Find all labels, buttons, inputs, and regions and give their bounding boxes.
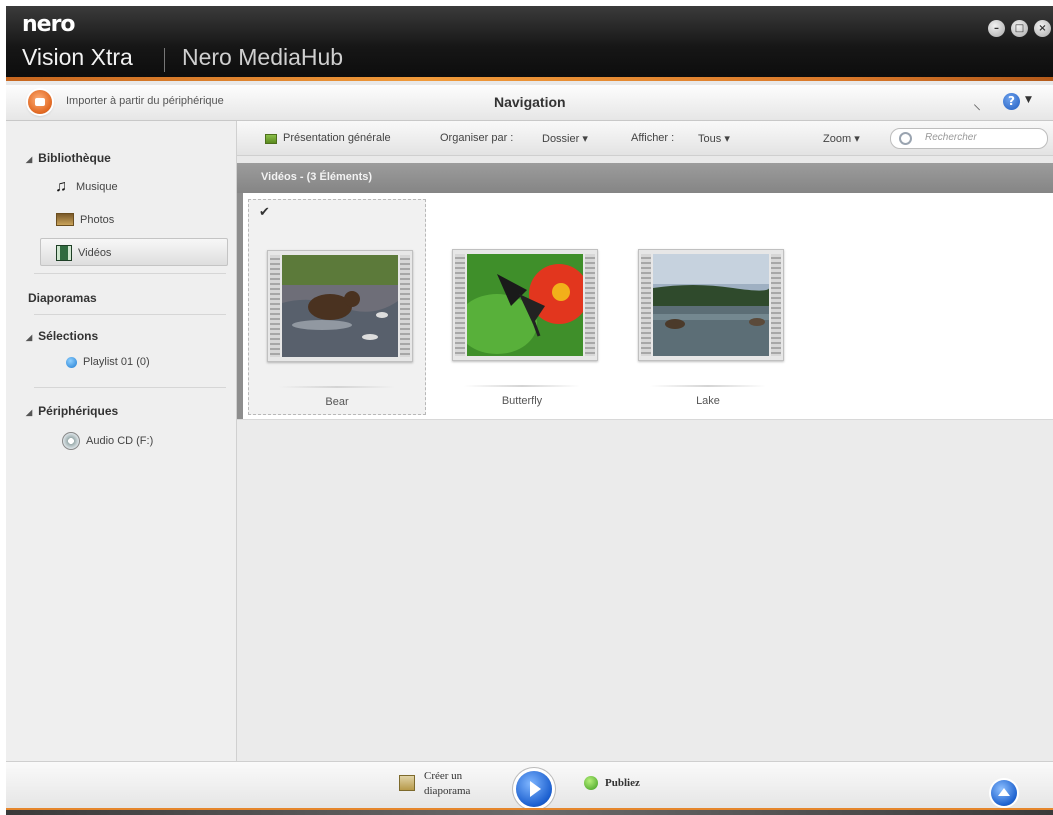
- sidebar-item-audio-cd[interactable]: Audio CD (F:): [62, 432, 153, 450]
- lake-thumbnail-image: [653, 254, 769, 356]
- media-tile-label: Lake: [696, 395, 720, 407]
- group-header-label: Vidéos - (3 Éléments): [261, 171, 373, 183]
- video-thumbnail[interactable]: [267, 250, 413, 362]
- video-icon: [56, 245, 72, 261]
- show-label: Afficher :: [631, 132, 675, 144]
- sidebar-header-library[interactable]: ◢ Bibliothèque: [26, 151, 111, 165]
- sidebar: ◢ Bibliothèque ♫ Musique Photos Vidéos Di…: [6, 121, 237, 761]
- collapse-triangle-icon[interactable]: ◢: [26, 155, 32, 164]
- bear-thumbnail-image: [282, 255, 398, 357]
- expand-up-button[interactable]: [991, 780, 1017, 806]
- media-tile-label: Butterfly: [501, 395, 543, 407]
- search-input[interactable]: Rechercher: [890, 128, 1048, 149]
- media-tile-butterfly[interactable]: Butterfly: [434, 199, 610, 413]
- sidebar-header-devices[interactable]: ◢ Périphériques: [26, 404, 118, 418]
- content-left-strip: [237, 193, 243, 419]
- media-tile-bear[interactable]: ✔ Bear: [248, 199, 426, 415]
- sidebar-divider: [34, 387, 226, 388]
- show-dropdown[interactable]: Tous ▾: [698, 132, 730, 145]
- import-device-icon[interactable]: [28, 90, 52, 114]
- app-subtitle: Nero MediaHub: [182, 44, 344, 70]
- sidebar-item-videos[interactable]: Vidéos: [56, 245, 111, 261]
- sidebar-item-playlist[interactable]: Playlist 01 (0): [66, 356, 150, 368]
- sidebar-divider: [34, 314, 226, 315]
- organize-dropdown[interactable]: Dossier ▾: [542, 132, 588, 145]
- content-toolbar: Présentation générale Organiser par : Do…: [237, 121, 1053, 156]
- page-title: Navigation: [494, 94, 566, 110]
- navigation-bar: Importer à partir du périphérique Naviga…: [6, 85, 1053, 121]
- group-header[interactable]: Vidéos - (3 Éléments): [237, 163, 1053, 193]
- overview-button[interactable]: Présentation générale: [283, 132, 391, 144]
- publish-button[interactable]: Publiez: [605, 777, 640, 789]
- overview-icon: [265, 134, 277, 144]
- maximize-icon[interactable]: □: [1011, 20, 1028, 37]
- chevron-down-icon: ▾: [854, 133, 860, 145]
- create-slideshow-button[interactable]: Créer un diaporama: [424, 769, 494, 799]
- minimize-icon[interactable]: –: [988, 20, 1005, 37]
- search-icon: [899, 132, 912, 145]
- chevron-down-icon: ▾: [724, 133, 730, 145]
- title-bar: nero Vision Xtra Nero MediaHub – □ ×: [6, 6, 1053, 81]
- chevron-down-icon[interactable]: ▼: [1025, 95, 1032, 105]
- create-slideshow-icon[interactable]: [399, 775, 415, 791]
- photos-icon: [56, 213, 74, 226]
- video-thumbnail[interactable]: [638, 249, 784, 361]
- sidebar-divider: [34, 273, 226, 274]
- butterfly-thumbnail-image: [467, 254, 583, 356]
- video-thumbnail[interactable]: [452, 249, 598, 361]
- sidebar-item-photos[interactable]: Photos: [56, 213, 114, 226]
- publish-icon[interactable]: [584, 776, 598, 790]
- music-note-icon: ♫: [55, 178, 67, 195]
- content-empty-area: [237, 419, 1053, 762]
- playlist-icon: [66, 356, 77, 368]
- bottom-action-bar: Créer un diaporama Publiez: [6, 761, 1053, 815]
- tools-icon[interactable]: ⸜: [973, 92, 981, 114]
- window-controls: – □ ×: [988, 20, 1051, 37]
- nero-logo: nero: [22, 12, 76, 37]
- media-tile-lake[interactable]: Lake: [620, 199, 796, 413]
- organize-label: Organiser par :: [440, 132, 514, 144]
- checkbox-checked-icon[interactable]: ✔: [259, 204, 270, 220]
- collapse-triangle-icon[interactable]: ◢: [26, 333, 32, 342]
- sidebar-header-slideshows[interactable]: Diaporamas: [28, 291, 97, 305]
- cd-drive-icon: [62, 432, 80, 450]
- title-separator: [164, 48, 165, 72]
- app-window: nero Vision Xtra Nero MediaHub – □ × Imp…: [6, 6, 1053, 815]
- app-title: Vision Xtra: [22, 44, 133, 70]
- play-button[interactable]: [516, 771, 552, 807]
- sidebar-header-selections[interactable]: ◢ Sélections: [26, 329, 98, 343]
- sidebar-item-music[interactable]: ♫ Musique: [52, 178, 118, 196]
- zoom-dropdown[interactable]: Zoom ▾: [823, 132, 860, 145]
- media-tile-label: Bear: [325, 396, 349, 408]
- import-device-link[interactable]: Importer à partir du périphérique: [66, 95, 224, 107]
- close-icon[interactable]: ×: [1034, 20, 1051, 37]
- search-placeholder: Rechercher: [925, 132, 977, 143]
- collapse-triangle-icon[interactable]: ◢: [26, 408, 32, 417]
- chevron-down-icon: ▾: [582, 133, 588, 145]
- help-icon[interactable]: ?: [1003, 93, 1020, 110]
